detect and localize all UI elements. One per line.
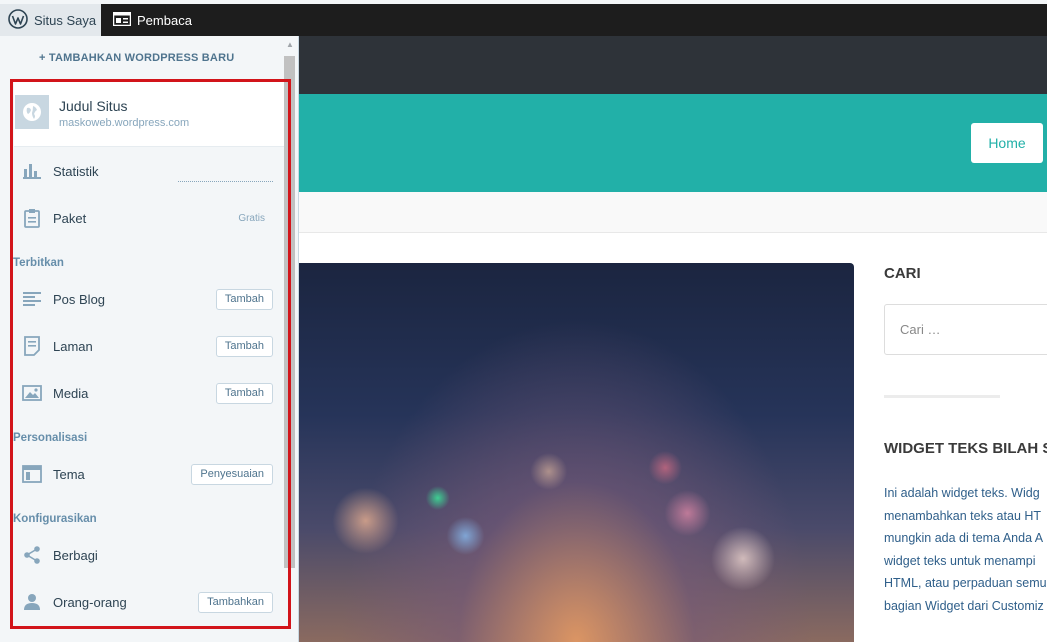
text-widget-line: Ini adalah widget teks. Widg [884, 486, 1040, 500]
my-sites-label: Situs Saya [34, 12, 97, 28]
customize-button[interactable]: Penyesuaian [191, 463, 273, 485]
sidebar: + TAMBAHKAN WORDPRESS BARU ▲ Judul Situs… [0, 36, 299, 642]
plan-icon [20, 206, 44, 230]
sidebar-item-label: Laman [53, 338, 93, 354]
sidebar-item-media[interactable]: Media Tambah [14, 373, 279, 413]
sidebar-item-label: Media [53, 385, 89, 401]
sidebar-item-plan[interactable]: Paket Gratis [14, 198, 279, 238]
sidebar-item-label: Berbagi [53, 547, 98, 563]
masterbar: Situs Saya Pembaca [0, 0, 1047, 36]
media-icon [20, 381, 44, 405]
stats-icon [20, 159, 44, 183]
text-widget-line: widget teks untuk menampi [884, 553, 1036, 568]
site-url: maskoweb.wordpress.com [59, 117, 190, 129]
widget-divider [884, 395, 1000, 398]
preview-header: Home [299, 94, 1047, 192]
share-icon [20, 543, 44, 567]
sidebar-item-themes[interactable]: Tema Penyesuaian [14, 454, 279, 494]
sidebar-item-stats[interactable]: Statistik [14, 151, 279, 191]
reader-label: Pembaca [137, 12, 192, 28]
sidebar-scrollbar[interactable]: ▲ [283, 40, 297, 640]
sidebar-item-label: Pos Blog [53, 291, 106, 307]
preview-top-bar [299, 36, 1047, 94]
sidebar-item-sharing[interactable]: Berbagi [14, 535, 279, 575]
add-new-site-link[interactable]: + TAMBAHKAN WORDPRESS BARU [39, 52, 234, 64]
section-personalize: Personalisasi [13, 432, 88, 444]
sidebar-item-people[interactable]: Orang-orang Tambahkan [14, 582, 279, 622]
hero-image [299, 263, 854, 642]
text-widget-line: menambahkan teks atau HT [884, 508, 1042, 523]
sidebar-item-label: Orang-orang [53, 594, 127, 610]
my-sites-button[interactable]: Situs Saya [0, 4, 101, 36]
add-people-button[interactable]: Tambahkan [198, 591, 273, 613]
reader-icon [112, 11, 132, 29]
text-widget-body: Ini adalah widget teks. Widg menambahkan… [884, 482, 1047, 617]
sidebar-item-posts[interactable]: Pos Blog Tambah [14, 279, 279, 319]
site-title: Judul Situs [59, 98, 128, 114]
text-widget-line: HTML, atau perpaduan semu [884, 576, 1047, 590]
wordpress-logo-icon [8, 8, 28, 32]
scroll-up-icon[interactable]: ▲ [286, 40, 294, 49]
section-publish: Terbitkan [13, 257, 64, 269]
plan-status: Gratis [238, 212, 265, 224]
sidebar-item-pages[interactable]: Laman Tambah [14, 326, 279, 366]
globe-icon [15, 95, 49, 129]
search-widget-title: CARI [884, 265, 921, 282]
search-placeholder: Cari … [900, 322, 941, 337]
scroll-thumb[interactable] [284, 56, 295, 568]
sidebar-item-label: Paket [53, 210, 87, 226]
people-icon [20, 590, 44, 614]
stats-sparkline [178, 181, 273, 182]
pages-icon [20, 334, 44, 358]
search-input[interactable]: Cari … [884, 304, 1047, 355]
current-site-card[interactable]: Judul Situs maskoweb.wordpress.com [14, 81, 284, 147]
section-configure: Konfigurasikan [13, 513, 97, 525]
text-widget-title: WIDGET TEKS BILAH SIS [884, 440, 1047, 457]
site-preview: Home CARI Cari … WIDGET TEKS BILAH SIS I… [299, 36, 1047, 642]
preview-strip [299, 192, 1047, 233]
reader-button[interactable]: Pembaca [101, 4, 192, 36]
nav-home-link[interactable]: Home [971, 123, 1043, 163]
add-post-button[interactable]: Tambah [215, 288, 273, 310]
posts-icon [20, 287, 44, 311]
sidebar-item-label: Statistik [53, 163, 99, 179]
sidebar-item-label: Tema [53, 466, 85, 482]
text-widget-line: mungkin ada di tema Anda A [884, 531, 1044, 545]
themes-icon [20, 462, 44, 486]
add-page-button[interactable]: Tambah [215, 335, 273, 357]
text-widget-line: bagian Widget dari Customiz [884, 598, 1044, 613]
add-media-button[interactable]: Tambah [215, 382, 273, 404]
